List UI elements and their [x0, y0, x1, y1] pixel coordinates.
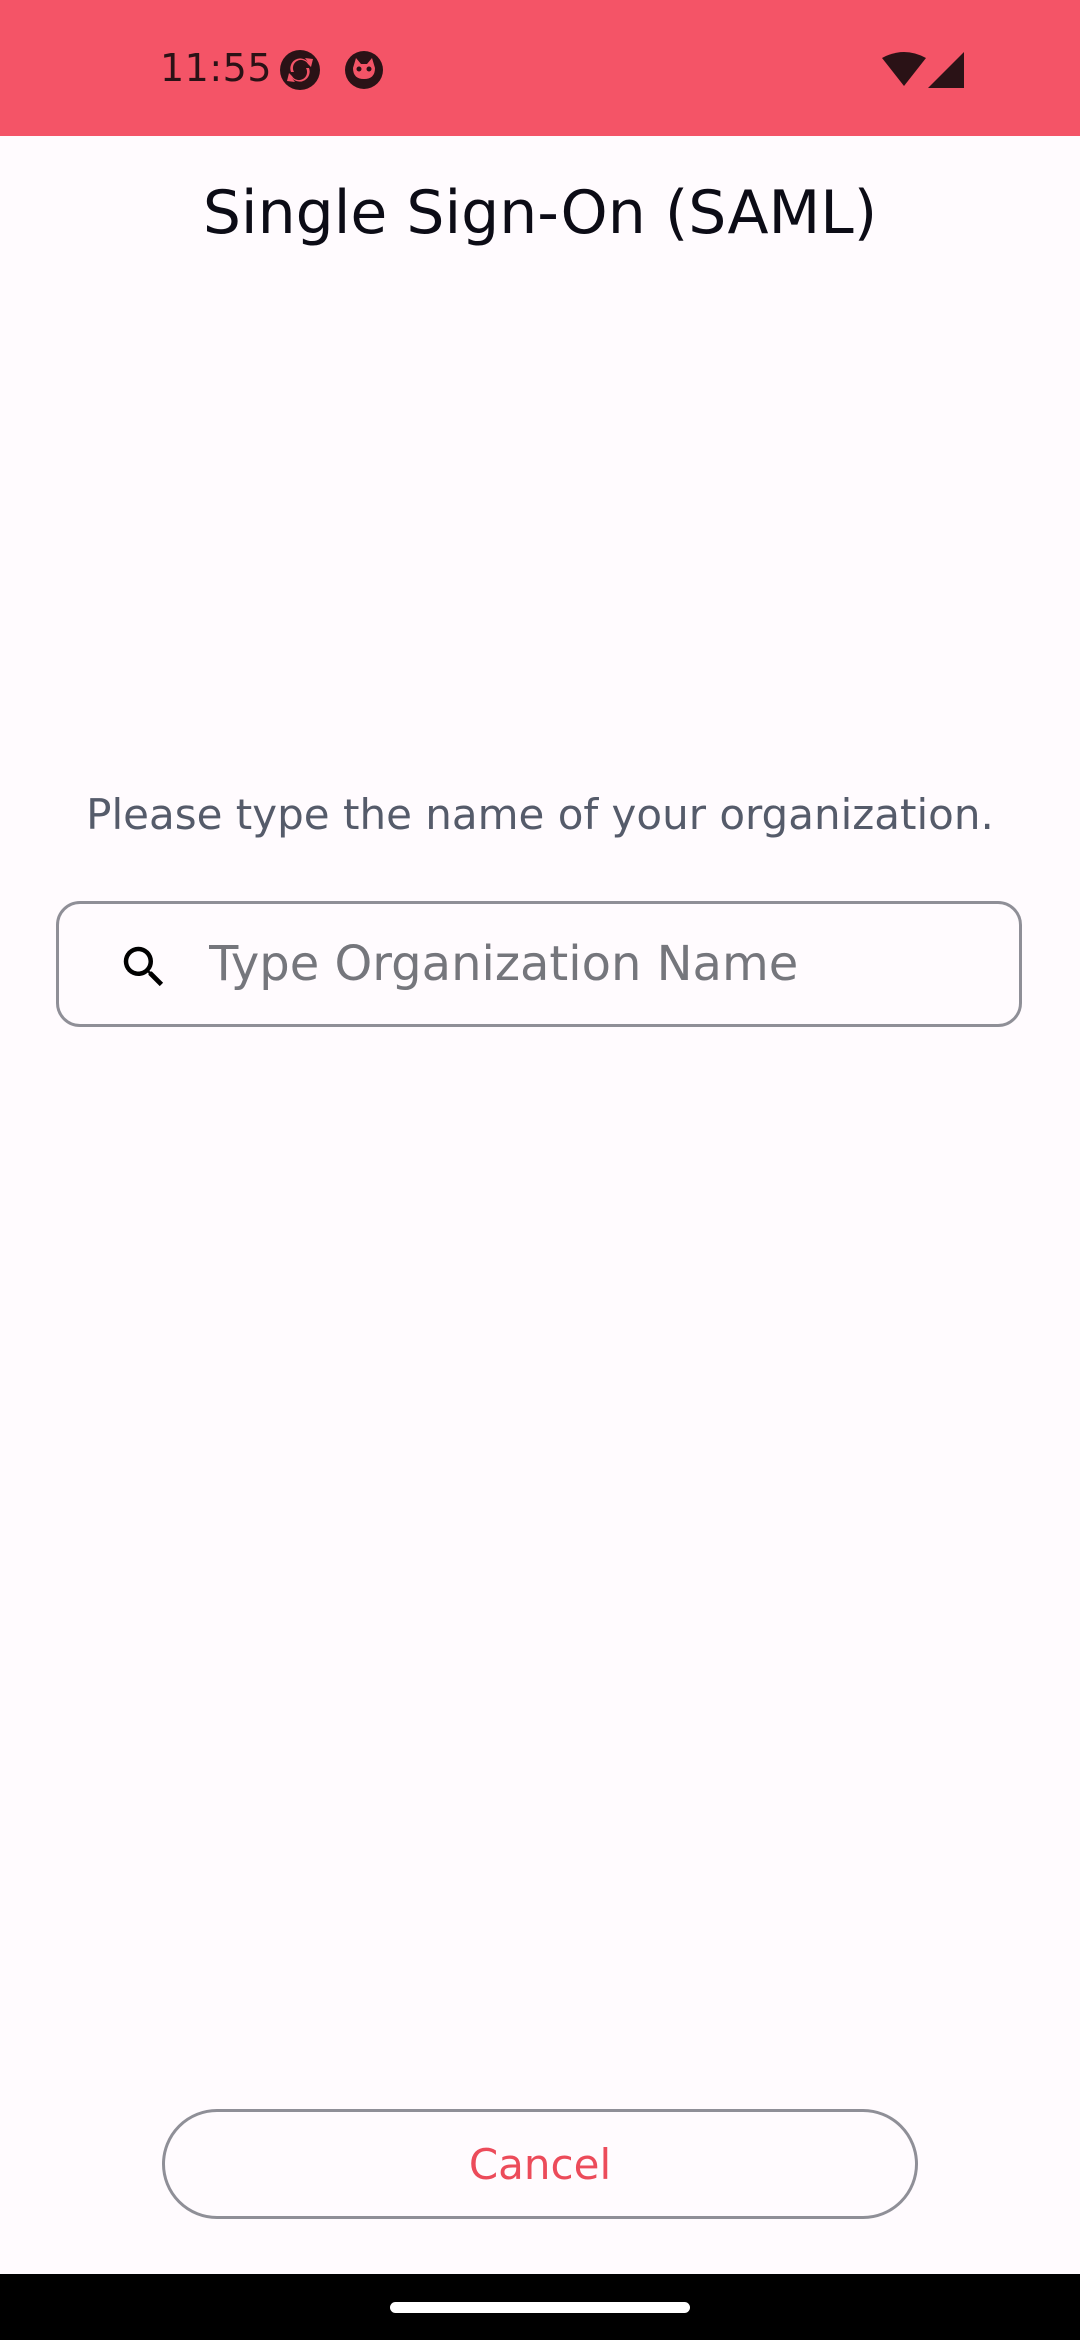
wifi-icon [882, 52, 926, 88]
page-title: Single Sign-On (SAML) [202, 178, 878, 248]
cat-face-app-icon [342, 48, 386, 92]
navigation-bar [0, 2274, 1080, 2340]
home-indicator[interactable] [390, 2302, 690, 2313]
status-time: 11:55 [160, 46, 273, 90]
organization-name-input[interactable] [209, 924, 989, 1004]
cellular-signal-icon [928, 52, 964, 88]
sync-app-icon [278, 48, 322, 92]
search-icon [117, 940, 171, 994]
organization-prompt: Please type the name of your organizatio… [86, 790, 994, 839]
organization-search-box[interactable] [56, 901, 1022, 1027]
status-bar: 11:55 [0, 0, 1080, 136]
cancel-button[interactable]: Cancel [162, 2109, 918, 2219]
